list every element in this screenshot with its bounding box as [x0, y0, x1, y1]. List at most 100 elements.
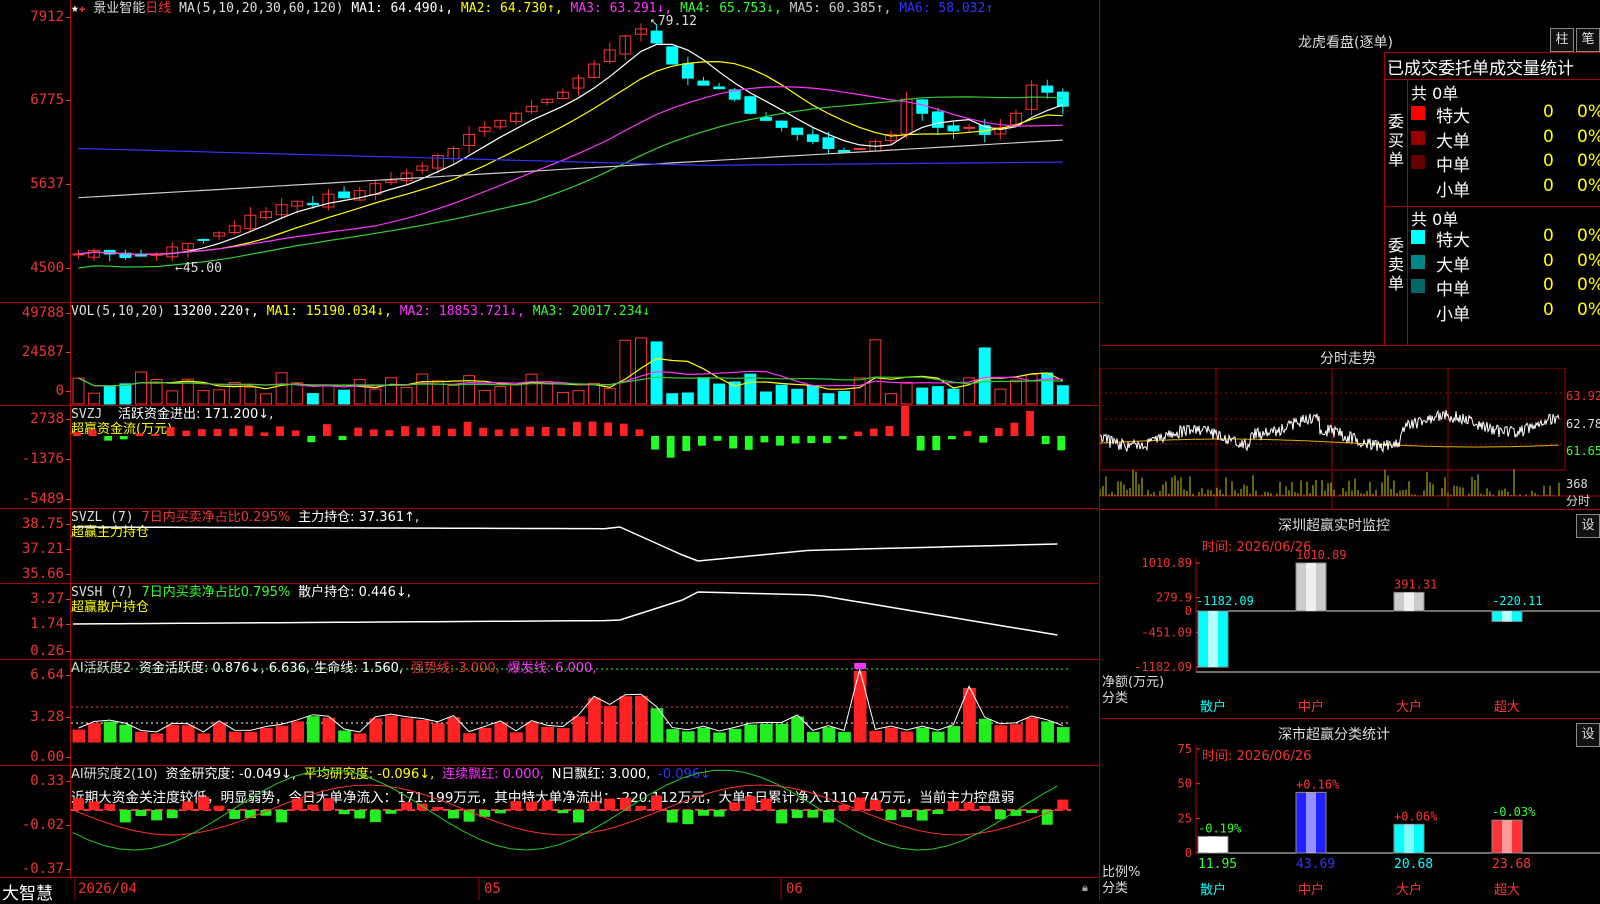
volume-bar: [978, 347, 991, 405]
svzj-pane[interactable]: 2738 -1376 -5489 SVZJ 活跃资金进出: 171.200↓, …: [0, 406, 1098, 509]
svsh-y-axis: 3.27 1.74 0.26: [0, 584, 71, 659]
svzl-tick: 37.21: [21, 541, 71, 557]
y-tick: 279.9: [1156, 591, 1192, 605]
svzj-tick: 2738: [30, 411, 70, 427]
volume-bar: [572, 390, 585, 405]
volume-bar: [103, 385, 116, 405]
order-label: 大单: [1436, 131, 1470, 152]
vol-ma1: MA1: 15190.034↓,: [266, 304, 392, 319]
price-pane[interactable]: 7912 6775 5637 4500 ★✚ 景业智能日线 MA(5,10,20…: [0, 0, 1098, 303]
candle: [306, 202, 319, 206]
order-row: 特大 0 0%: [1411, 226, 1600, 251]
y-tick: 75: [1178, 742, 1192, 756]
flow-bar: [651, 436, 659, 450]
ai-active-pane[interactable]: 6.64 3.28 0.00 AI活跃度2 资金活跃度: 0.876↓, 6.6…: [0, 660, 1098, 766]
research-bar: [448, 810, 459, 819]
research-bar: [713, 810, 725, 817]
volume-bar: [947, 388, 960, 405]
y-tick: 0: [1185, 604, 1192, 618]
flow-bar: [1026, 411, 1034, 436]
activity-bar: [103, 721, 117, 743]
candlestick-chart[interactable]: [71, 16, 1098, 300]
volume-pane[interactable]: 49788 24587 0 VOL(5,10,20) 13200.220↑, M…: [0, 303, 1098, 406]
intraday-tick: 61.65: [1566, 444, 1600, 458]
volume-bar: [463, 375, 476, 405]
research-bar: [682, 810, 694, 825]
research-bar: [932, 810, 944, 815]
flow-bar: [369, 429, 378, 436]
ai-research-pane[interactable]: 0.33 -0.02 -0.37 AI研究度2(10) 资金研究度: -0.04…: [0, 766, 1098, 878]
volume-bar: [119, 383, 132, 405]
price-line: [1100, 409, 1560, 454]
bar-mode-button[interactable]: 柱: [1550, 28, 1574, 52]
research-bar: [651, 795, 663, 810]
research-bar: [604, 798, 616, 810]
volume-bar: [806, 385, 819, 405]
ai-research-tick: 0.33: [30, 773, 70, 789]
activity-bar: [603, 705, 617, 743]
color-swatch: [1411, 304, 1425, 318]
ma3-line: [78, 86, 1063, 255]
research-bar: [88, 801, 100, 810]
period-label[interactable]: 日线: [145, 1, 171, 16]
svsh-pane[interactable]: 3.27 1.74 0.26 SVSH (7) 7日内买卖净占比0.795% 散…: [0, 584, 1098, 660]
y-tick: -451.09: [1141, 625, 1192, 639]
research-bar: [369, 810, 381, 823]
activity-bar: [838, 732, 851, 743]
ratio-chart: 75 50 25 0 -0.19% 11.95 散户 +0.16% 43.69 中户 +0.06% 2…: [1178, 742, 1600, 898]
candle: [697, 80, 710, 86]
flow-bar: [510, 428, 519, 436]
order-count: 0: [1543, 151, 1554, 171]
activity-bar: [88, 722, 101, 743]
y-tick: 50: [1178, 777, 1192, 791]
research-bar: [526, 801, 538, 810]
activity-bar: [978, 718, 992, 743]
flow-bar: [713, 436, 722, 441]
intraday-panel[interactable]: 分时走势 63.92 62.78 61.65 368 分时: [1099, 345, 1600, 510]
candle: [963, 126, 976, 129]
volume-bar: [525, 373, 538, 405]
ratio-value: 20.68: [1394, 857, 1433, 872]
category-label: 超大: [1494, 700, 1520, 715]
research-bar: [776, 810, 788, 824]
volume-bar: [1025, 373, 1038, 405]
candle: [650, 30, 663, 44]
sz-monitor-panel[interactable]: 深圳超赢实时监控 设 时间: 2026/06/26 1010.89 279.9 0-…: [1099, 509, 1600, 718]
order-pct: 0%: [1577, 250, 1600, 271]
intraday-vol-unit: 分时: [1566, 494, 1591, 508]
activity-bar: [931, 731, 945, 743]
volume-bar: [275, 372, 288, 405]
research-bar: [338, 810, 350, 815]
volume-bar: [931, 386, 944, 405]
main-holding-path: [72, 526, 1058, 562]
candle: [791, 127, 804, 135]
category-label: 散户: [1200, 699, 1226, 715]
research-bar: [1026, 810, 1038, 814]
svzl-pane[interactable]: 38.75 37.21 35.66 SVZL (7) 7日内买卖净占比0.295…: [0, 509, 1098, 584]
time-axis-ticks: [74, 878, 782, 900]
order-row: 大单 0 0%: [1411, 250, 1600, 276]
intraday-title: 分时走势: [1320, 351, 1376, 367]
plus-icon[interactable]: ✚: [79, 2, 86, 15]
star-icon[interactable]: ★: [71, 1, 79, 16]
sz-class-panel[interactable]: 深市超赢分类统计 设 时间: 2026/06/26 75 50 25 0 -0.19% 1…: [1099, 718, 1600, 900]
candle: [1041, 85, 1054, 93]
stroke-mode-button[interactable]: 笔: [1576, 28, 1600, 52]
svzl-y-axis: 38.75 37.21 35.66: [0, 509, 71, 583]
activity-bar: [1041, 721, 1054, 743]
candle: [931, 111, 944, 128]
flow-bar: [573, 421, 581, 436]
flow-bar: [385, 430, 394, 436]
activity-bar: [416, 719, 429, 743]
flow-bar: [104, 436, 113, 441]
activity-bar: [760, 723, 773, 743]
flow-bar: [932, 436, 941, 451]
volume-bar: [291, 382, 304, 405]
volume-bar: [885, 393, 897, 405]
order-count: 0: [1543, 126, 1554, 147]
ratio-bar-highlight: [1306, 792, 1316, 853]
intraday-chart: [1100, 368, 1600, 510]
volume-bar: [88, 392, 101, 405]
ma-value: MA5: 60.385↑,: [781, 1, 892, 16]
order-label: 特大: [1436, 107, 1470, 127]
